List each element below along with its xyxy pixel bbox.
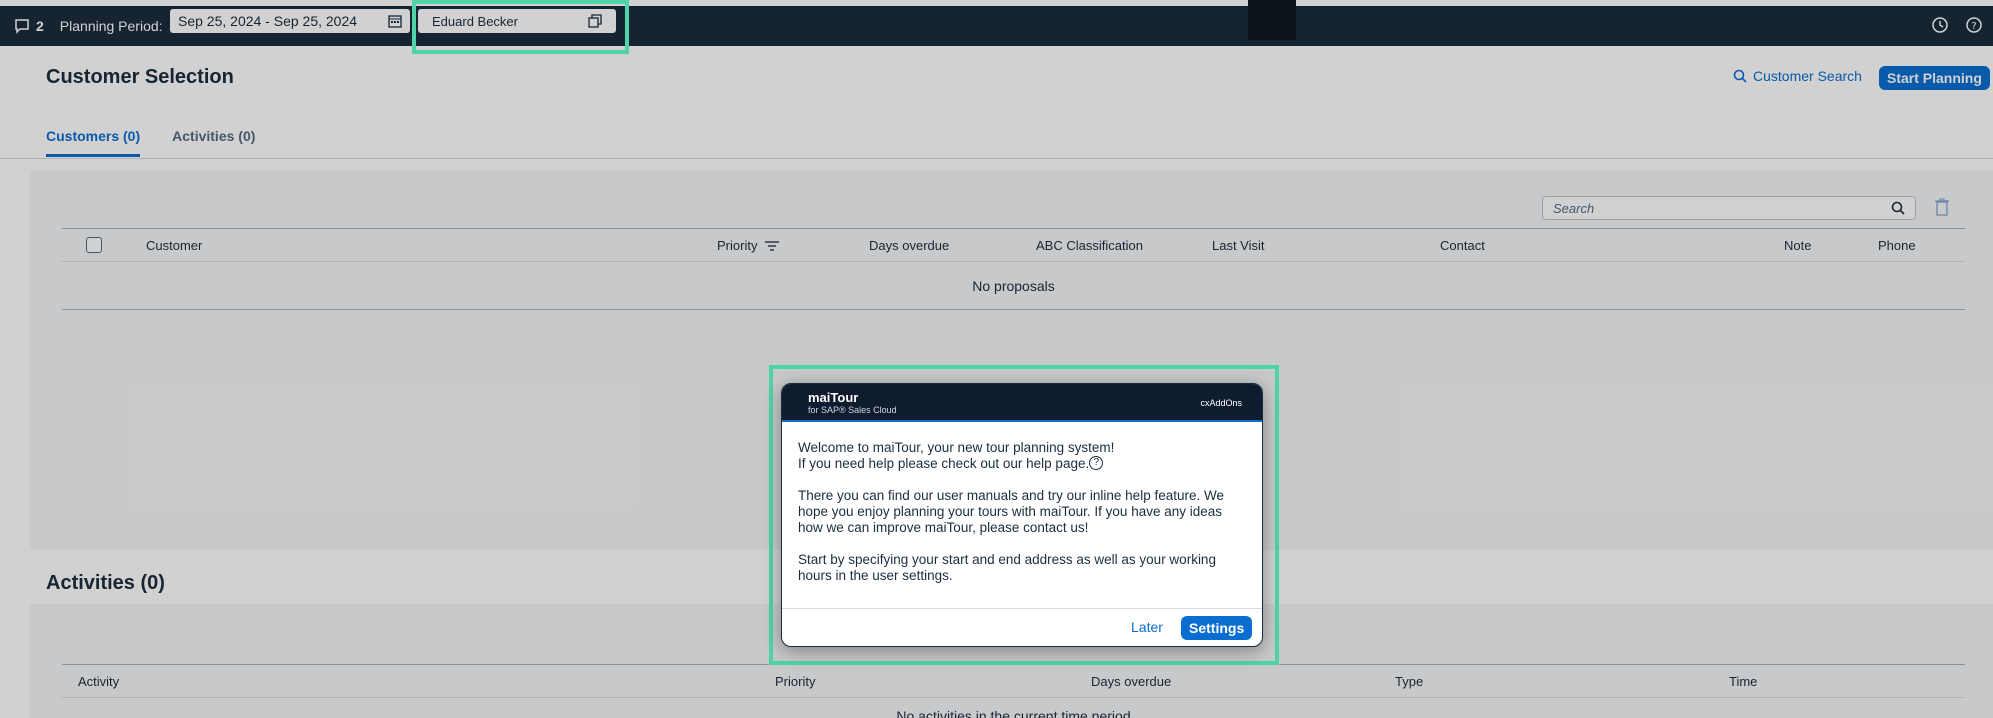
- dialog-paragraph-settings: Start by specifying your start and end a…: [798, 552, 1216, 583]
- dialog-paragraph-manuals: There you can find our user manuals and …: [798, 488, 1224, 535]
- settings-button[interactable]: Settings: [1181, 616, 1253, 640]
- dialog-brand: maiTour: [808, 390, 859, 405]
- dialog-body: Welcome to maiTour, your new tour planni…: [782, 422, 1262, 584]
- help-page-icon[interactable]: ?: [1089, 456, 1104, 470]
- dialog-help-line: If you need help please check out our he…: [798, 456, 1090, 471]
- dialog-cx-logo: cxAddOns: [1200, 398, 1242, 408]
- dialog-welcome-line: Welcome to maiTour, your new tour planni…: [798, 440, 1115, 455]
- user-selector-highlight: [412, 0, 629, 54]
- later-button[interactable]: Later: [1131, 619, 1163, 635]
- dialog-brand-sub: for SAP® Sales Cloud: [808, 405, 897, 415]
- dialog-header: maiTour for SAP® Sales Cloud cxAddOns: [782, 384, 1262, 422]
- dialog-footer: Later Settings: [782, 608, 1262, 646]
- welcome-dialog: maiTour for SAP® Sales Cloud cxAddOns We…: [781, 383, 1263, 647]
